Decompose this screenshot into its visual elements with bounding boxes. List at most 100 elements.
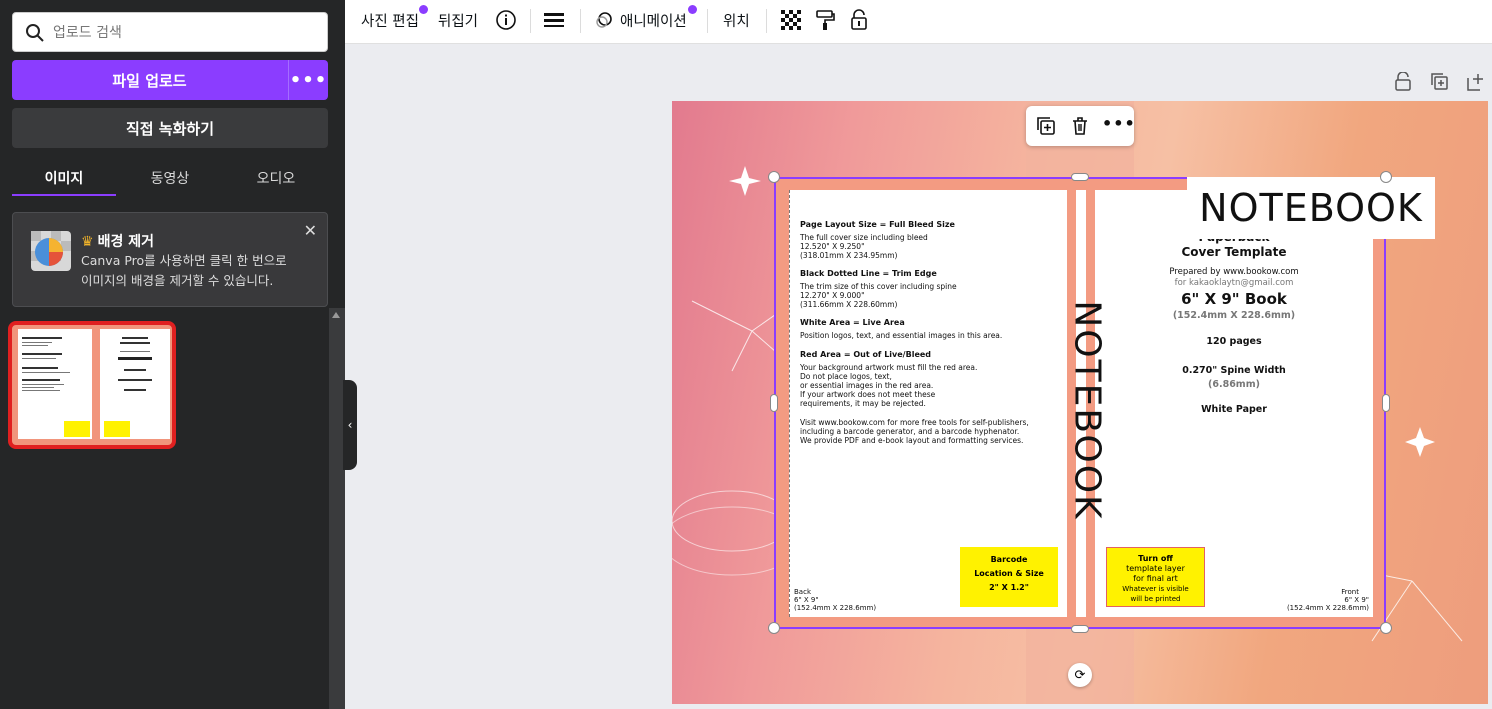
notebook-spine-text[interactable]: NOTEBOOK [1037,300,1137,520]
new-feature-dot [419,5,428,14]
barcode-line-3: 2" X 1.2" [989,583,1029,592]
trim-line-1: The trim size of this cover including sp… [800,282,957,291]
upload-files-button[interactable]: 파일 업로드 [12,60,287,100]
turn-line-1: Turn off [1138,554,1173,563]
record-yourself-button[interactable]: 직접 녹화하기 [12,108,328,148]
notebook-title-text[interactable]: NOTEBOOK [1187,177,1435,239]
search-icon [26,24,44,42]
toolbar-divider [707,9,708,33]
thumbnail-front-page [100,329,170,439]
red-area-line-3: or essential images in the red area. [800,381,934,390]
background-remover-promo[interactable]: ♛ 배경 제거 Canva Pro를 사용하면 클릭 한 번으로 이미지의 배경을… [12,212,328,307]
resize-handle-top-left[interactable] [768,171,780,183]
red-area-heading: Red Area = Out of Live/Bleed [800,350,932,359]
front-for-email: for kakaoklaytn@gmail.com [1174,278,1294,288]
scroll-up-icon[interactable] [332,312,340,318]
info-icon[interactable] [495,0,517,40]
layout-size-line-3: (318.01mm X 234.95mm) [800,251,898,260]
trim-line-2: 12.270" X 9.000" [800,291,865,300]
crown-icon: ♛ [81,234,94,250]
background-remover-thumbnail [31,231,71,271]
photo-edit-label: 사진 편집 [361,13,419,30]
promo-title: ♛ 배경 제거 [81,231,154,251]
notebook-spine-label: NOTEBOOK [1066,299,1108,521]
turn-line-5: will be printed [1130,595,1181,603]
resize-handle-bottom-left[interactable] [768,622,780,634]
resize-handle-right[interactable] [1382,394,1390,412]
photo-edit-button[interactable]: 사진 편집 [361,0,419,40]
lock-page-icon[interactable] [1394,71,1414,92]
visit-line-2: including a barcode generator, and a bar… [800,427,1020,436]
red-area-line-5: requirements, it may be rejected. [800,399,926,408]
upload-more-button[interactable]: ••• [288,60,328,100]
layout-size-heading: Page Layout Size = Full Bleed Size [800,220,955,229]
promo-title-text: 배경 제거 [97,234,154,250]
resize-handle-bottom[interactable] [1071,625,1089,633]
live-area-heading: White Area = Live Area [800,318,905,327]
collapse-panel-button[interactable]: ‹ [343,380,357,470]
delete-icon[interactable] [1070,116,1090,136]
resize-handle-top-right[interactable] [1380,171,1392,183]
uploads-panel: 파일 업로드 ••• 직접 녹화하기 이미지 동영상 오디오 ♛배경 제거 [0,0,345,709]
close-icon[interactable]: ✕ [304,221,317,240]
tab-audio[interactable]: 오디오 [224,160,328,196]
promo-desc-line-2: 이미지의 배경을 제거할 수 있습니다. [81,273,274,288]
upload-button-group: 파일 업로드 ••• [12,60,328,100]
new-feature-dot [688,5,697,14]
resize-handle-top[interactable] [1071,173,1089,181]
duplicate-icon[interactable] [1036,116,1056,136]
toolbar-divider [766,9,767,33]
flip-label: 뒤집기 [438,13,479,30]
duplicate-page-icon[interactable] [1430,72,1450,92]
element-floating-toolbar: ••• [1026,106,1136,146]
media-tabs: 이미지 동영상 오디오 [12,160,328,196]
front-prepared-by: Prepared by www.bookow.com [1169,267,1299,277]
tab-images[interactable]: 이미지 [12,160,116,196]
layout-size-line-1: The full cover size including bleed [800,233,928,242]
turn-line-4: Whatever is visible [1122,585,1189,593]
red-area-line-1: Your background artwork must fill the re… [800,363,978,372]
panel-scrollbar[interactable] [329,308,345,709]
turn-line-2: template layer [1126,564,1185,573]
promo-description: Canva Pro를 사용하면 클릭 한 번으로 이미지의 배경을 제거할 수 … [81,251,311,291]
thumbnail-back-page [18,329,92,439]
red-area-line-2: Do not place logos, text, [800,372,892,381]
front-footer-mm: (152.4mm X 228.6mm) [1286,604,1369,612]
more-options-icon[interactable]: ••• [1102,114,1136,133]
border-style-icon[interactable] [544,0,564,40]
layout-size-line-2: 12.520" X 9.250" [800,242,865,251]
turn-off-notice: Turn off template layer for final art Wh… [1106,547,1205,607]
add-page-icon[interactable] [1466,72,1486,92]
turn-line-3: for final art [1133,574,1178,583]
resize-handle-left[interactable] [770,394,778,412]
animate-button[interactable]: 애니메이션 [594,0,687,40]
visit-line-1: Visit www.bookow.com for more free tools… [800,418,1029,427]
toolbar-divider [580,9,581,33]
search-box[interactable] [12,12,328,52]
position-label: 위치 [723,13,750,30]
tab-videos[interactable]: 동영상 [118,160,222,196]
barcode-line-2: Location & Size [974,569,1044,578]
search-input[interactable] [53,21,313,45]
trim-edge-heading: Black Dotted Line = Trim Edge [800,269,937,278]
back-cover-page: Page Layout Size = Full Bleed Size The f… [789,190,1067,617]
lock-icon[interactable] [850,0,868,40]
red-area-line-4: If your artwork does not meet these [800,390,936,399]
promo-desc-line-1: Canva Pro를 사용하면 클릭 한 번으로 [81,253,287,268]
copy-style-icon[interactable] [815,0,835,40]
resize-handle-bottom-right[interactable] [1380,622,1392,634]
visit-line-3: We provide PDF and e-book layout and for… [800,436,1024,445]
barcode-line-1: Barcode [990,555,1028,564]
transparency-icon[interactable] [781,0,801,40]
animation-label: 애니메이션 [620,13,687,30]
toolbar-divider [530,9,531,33]
front-cover-template: Cover Template [1181,245,1287,259]
rotate-icon[interactable]: ⟳ [1068,663,1092,687]
position-button[interactable]: 위치 [723,0,750,40]
animation-icon [596,12,612,28]
editor-toolbar: 사진 편집 뒤집기 애니메이션 위치 [345,0,1492,44]
barcode-placeholder: Barcode Location & Size 2" X 1.2" [960,547,1058,607]
uploaded-image-thumbnail[interactable] [8,321,176,449]
trim-line-3: (311.66mm X 228.60mm) [800,300,898,309]
flip-button[interactable]: 뒤집기 [438,0,478,40]
